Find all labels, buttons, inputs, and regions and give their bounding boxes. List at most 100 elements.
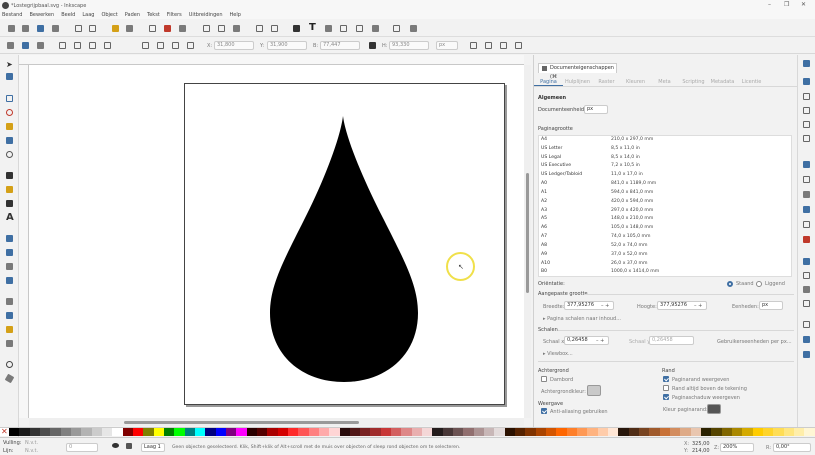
- swatch[interactable]: [60, 428, 71, 436]
- list-item[interactable]: A0 841,0 x 1189,0 mm: [541, 180, 781, 188]
- select-all-layers-icon[interactable]: [22, 42, 29, 49]
- export-icon[interactable]: [89, 25, 96, 32]
- swatch[interactable]: [132, 428, 144, 436]
- swatch[interactable]: [101, 428, 113, 436]
- rotate-cw-icon[interactable]: [74, 42, 81, 49]
- swatch[interactable]: [174, 428, 185, 436]
- rotate-field[interactable]: 0,00°: [773, 443, 811, 452]
- measure-tool-icon[interactable]: [4, 373, 15, 384]
- list-item[interactable]: US Executive 7,2 x 10,5 in: [541, 162, 781, 170]
- fill-stroke-icon[interactable]: [293, 25, 300, 32]
- swatch[interactable]: [194, 428, 206, 436]
- scale-stroke-icon[interactable]: [470, 42, 477, 49]
- swatch[interactable]: [50, 428, 61, 436]
- spiral-tool-icon[interactable]: [6, 151, 13, 158]
- lower-bottom-icon[interactable]: [187, 42, 194, 49]
- zoom-tool-icon[interactable]: [6, 361, 13, 368]
- tab-scripting[interactable]: Scripting: [679, 77, 708, 86]
- copy-icon[interactable]: [149, 25, 156, 32]
- swatch[interactable]: [9, 428, 20, 436]
- new-document-icon[interactable]: [8, 25, 15, 32]
- xml-editor-icon[interactable]: [325, 25, 332, 32]
- swatch[interactable]: [628, 428, 640, 436]
- swatch[interactable]: [184, 428, 195, 436]
- swatch[interactable]: [339, 428, 350, 436]
- swatch[interactable]: [556, 428, 567, 436]
- y-field[interactable]: 31,900: [267, 41, 307, 50]
- swatch[interactable]: [680, 428, 691, 436]
- swatch[interactable]: [308, 428, 319, 436]
- landscape-radio[interactable]: [756, 281, 762, 287]
- swatch[interactable]: [546, 428, 557, 436]
- tab-licentie[interactable]: Licentie: [737, 77, 766, 86]
- raise-icon[interactable]: [157, 42, 164, 49]
- snap-midpoint-icon[interactable]: [803, 236, 810, 243]
- swatch[interactable]: [690, 428, 701, 436]
- tab-hulplijnen[interactable]: Hulplijnen: [563, 77, 592, 86]
- list-item[interactable]: A3 297,0 x 420,0 mm: [541, 207, 781, 215]
- swatch[interactable]: [29, 428, 40, 436]
- select-all-icon[interactable]: [7, 42, 14, 49]
- swatch[interactable]: [453, 428, 464, 436]
- list-item[interactable]: US Legal 8,5 x 14,0 in: [541, 154, 781, 162]
- snap-smooth-icon[interactable]: [803, 221, 810, 228]
- swatch[interactable]: [535, 428, 547, 436]
- flip-v-icon[interactable]: [104, 42, 111, 49]
- menu-file[interactable]: Bestand: [2, 12, 22, 18]
- ungroup-icon[interactable]: [271, 25, 278, 32]
- menu-filters[interactable]: Filters: [167, 12, 182, 18]
- open-icon[interactable]: [22, 25, 29, 32]
- deselect-icon[interactable]: [37, 42, 44, 49]
- swatch[interactable]: [287, 428, 299, 436]
- swatch[interactable]: [783, 428, 794, 436]
- tab-meta[interactable]: Meta: [650, 77, 679, 86]
- swatch[interactable]: [370, 428, 381, 436]
- star-tool-icon[interactable]: [6, 123, 13, 130]
- minimize-button[interactable]: –: [768, 1, 771, 8]
- swatch[interactable]: [670, 428, 681, 436]
- swatch[interactable]: [597, 428, 609, 436]
- snap-cusp-icon[interactable]: [803, 206, 810, 213]
- drop-shape[interactable]: [266, 110, 422, 385]
- snap-bbox-edge-icon[interactable]: [803, 93, 810, 100]
- h-field[interactable]: 93,330: [389, 41, 429, 50]
- swatch[interactable]: [793, 428, 805, 436]
- snap-center-icon[interactable]: [803, 272, 810, 279]
- text-tool-icon[interactable]: A: [6, 212, 14, 223]
- swatch[interactable]: [752, 428, 763, 436]
- swatch[interactable]: [762, 428, 774, 436]
- viewbox-expander[interactable]: ▸ Viewbox...: [543, 351, 573, 357]
- horizontal-scrollbar[interactable]: [29, 418, 524, 426]
- tab-metadata[interactable]: Metadata: [708, 77, 737, 86]
- snap-bbox-icon[interactable]: [803, 78, 810, 85]
- gradient-tool-icon[interactable]: [6, 235, 13, 242]
- paint-bucket-tool-icon[interactable]: [6, 277, 13, 284]
- swatch[interactable]: [804, 428, 815, 436]
- border-shadow-checkbox[interactable]: [663, 394, 669, 400]
- bgcolor-swatch[interactable]: [587, 385, 601, 396]
- close-button[interactable]: ✕: [801, 1, 806, 8]
- fill-value[interactable]: N.v.t.: [25, 440, 38, 446]
- dropper-tool-icon[interactable]: [6, 263, 13, 270]
- swatch[interactable]: [587, 428, 598, 436]
- swatch[interactable]: [639, 428, 650, 436]
- print-icon[interactable]: [52, 25, 59, 32]
- move-gradients-icon[interactable]: [500, 42, 507, 49]
- ellipse-tool-icon[interactable]: [6, 109, 13, 116]
- list-item[interactable]: A2 420,0 x 594,0 mm: [541, 198, 781, 206]
- scale-corners-icon[interactable]: [485, 42, 492, 49]
- panel-tab[interactable]: Documenteigenschappen (⌘: [538, 63, 617, 80]
- antialias-checkbox[interactable]: [541, 408, 547, 414]
- menu-layer[interactable]: Laag: [82, 12, 94, 18]
- list-item[interactable]: B0 1000,0 x 1414,0 mm: [541, 268, 781, 276]
- no-paint-swatch[interactable]: ✕: [0, 427, 9, 436]
- list-item[interactable]: A6 105,0 x 148,0 mm: [541, 224, 781, 232]
- swatch[interactable]: [143, 428, 154, 436]
- swatch[interactable]: [525, 428, 536, 436]
- swatch[interactable]: [19, 428, 30, 436]
- lower-icon[interactable]: [172, 42, 179, 49]
- swatch[interactable]: [473, 428, 485, 436]
- swatch[interactable]: [318, 428, 330, 436]
- flip-h-icon[interactable]: [89, 42, 96, 49]
- swatch[interactable]: [742, 428, 753, 436]
